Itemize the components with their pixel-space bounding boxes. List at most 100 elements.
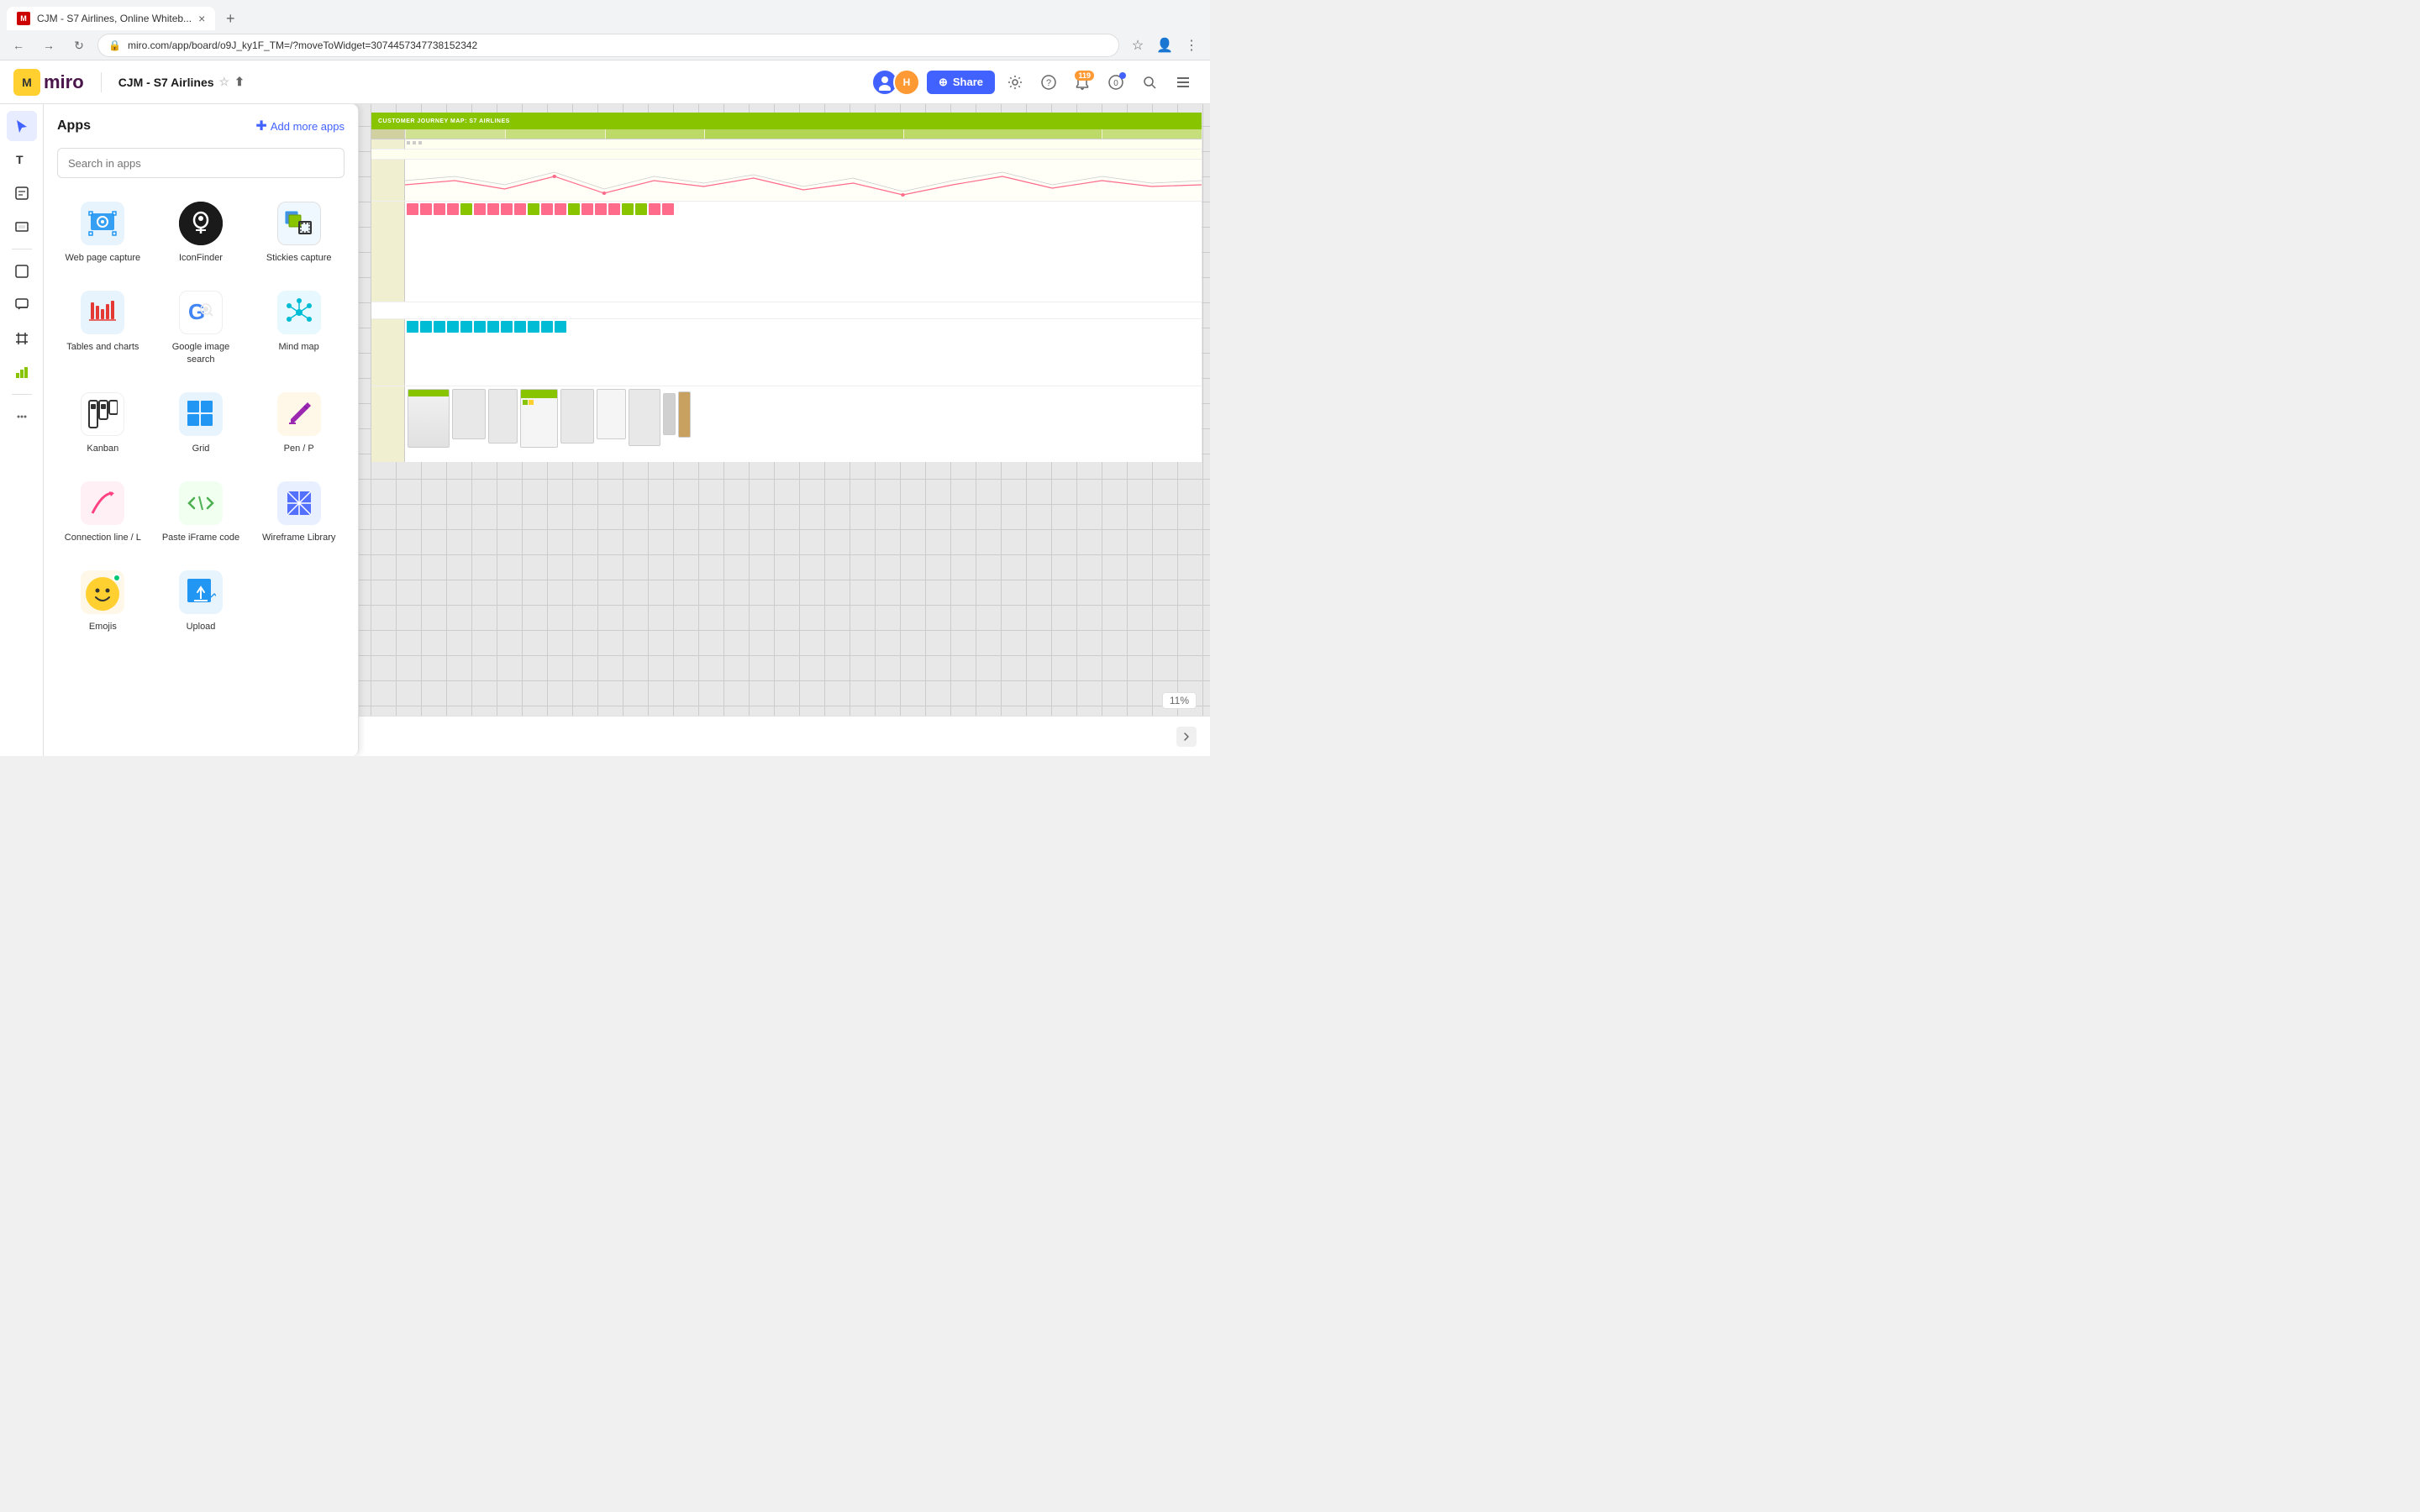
menu-btn[interactable] [1170, 69, 1197, 96]
teal-stickies-row [371, 319, 1202, 386]
chart-tool[interactable] [7, 357, 37, 387]
app-icon-grid [179, 392, 223, 436]
data-row-1 [371, 139, 1202, 150]
svg-text:G: G [188, 299, 205, 324]
notifications-btn[interactable]: 119 [1069, 69, 1096, 96]
app-item-connection[interactable]: Connection line / L [57, 471, 149, 554]
refresh-btn[interactable]: ↻ [67, 34, 91, 57]
app-item-web-capture[interactable]: Web page capture [57, 192, 149, 274]
frame-tool[interactable] [7, 212, 37, 242]
chat-tool[interactable] [7, 290, 37, 320]
search-btn[interactable] [1136, 69, 1163, 96]
bookmark-btn[interactable]: ☆ [1126, 34, 1150, 57]
more-tools[interactable] [7, 402, 37, 432]
app-label-iconfinder: IconFinder [179, 252, 223, 264]
notifications-badge: 119 [1075, 71, 1094, 81]
app-icon-connection [81, 481, 124, 525]
active-tab[interactable]: M CJM - S7 Airlines, Online Whiteb... × [7, 7, 215, 30]
app-icon-web-capture [81, 202, 124, 245]
app-icon-iconfinder [179, 202, 223, 245]
toolbar-divider-2 [12, 394, 32, 395]
select-tool[interactable] [7, 111, 37, 141]
emotion-row [371, 160, 1202, 202]
board-title-area: CJM - S7 Airlines ☆ ⬆ [118, 75, 245, 89]
top-bar-actions: H ⊕ Share ? 119 0 [871, 69, 1197, 96]
avatar-group: H [871, 69, 920, 96]
board-title-text: CJM - S7 Airlines [118, 76, 214, 89]
new-tab-btn[interactable]: + [218, 7, 242, 30]
note-tool[interactable] [7, 178, 37, 208]
collab-btn[interactable]: 0 [1102, 69, 1129, 96]
left-toolbar: T [0, 104, 44, 756]
back-btn[interactable]: ← [7, 34, 30, 57]
app-icon-tables [81, 291, 124, 334]
apps-grid: Web page capture [57, 192, 345, 643]
data-row-2 [371, 150, 1202, 160]
tab-close-btn[interactable]: × [198, 12, 205, 25]
collapse-toolbar-btn[interactable] [1176, 727, 1197, 747]
app-icon-mindmap [277, 291, 321, 334]
app-item-mindmap[interactable]: Mind map [253, 281, 345, 375]
app-container: M miro CJM - S7 Airlines ☆ ⬆ H ⊕ Share [0, 60, 1210, 756]
apps-search-input[interactable] [57, 148, 345, 178]
app-label-tables: Tables and charts [66, 341, 139, 353]
app-item-google-image[interactable]: G Google image search [155, 281, 247, 375]
app-label-google-image: Google image search [162, 341, 240, 365]
app-label-connection: Connection line / L [65, 532, 141, 543]
top-bar: M miro CJM - S7 Airlines ☆ ⬆ H ⊕ Share [0, 60, 1210, 104]
browser-menu-btn[interactable]: ⋮ [1180, 34, 1203, 57]
apps-panel-title: Apps [57, 118, 91, 134]
app-label-emojis: Emojis [89, 621, 117, 633]
miro-logo-icon: M [13, 69, 40, 96]
app-item-kanban[interactable]: Kanban [57, 382, 149, 465]
app-label-pen: Pen / P [284, 443, 314, 454]
app-icon-upload [179, 570, 223, 614]
address-text: miro.com/app/board/o9J_ky1F_TM=/?moveToW… [128, 39, 1108, 51]
app-label-stickies: Stickies capture [266, 252, 332, 264]
help-btn[interactable]: ? [1035, 69, 1062, 96]
app-item-tables[interactable]: Tables and charts [57, 281, 149, 375]
share-icon: ⊕ [939, 76, 948, 89]
browser-chrome: M CJM - S7 Airlines, Online Whiteb... × … [0, 0, 1210, 60]
app-label-web-capture: Web page capture [65, 252, 140, 264]
miro-logo: M miro [13, 69, 84, 96]
board-export-btn[interactable]: ⬆ [234, 75, 245, 89]
pink-stickies-row [371, 202, 1202, 302]
app-item-pen[interactable]: Pen / P [253, 382, 345, 465]
crop-tool[interactable] [7, 323, 37, 354]
app-item-emojis[interactable]: Emojis [57, 560, 149, 643]
address-bar[interactable]: 🔒 miro.com/app/board/o9J_ky1F_TM=/?moveT… [97, 34, 1119, 57]
lock-icon: 🔒 [108, 39, 121, 51]
app-label-kanban: Kanban [87, 443, 118, 454]
settings-btn[interactable] [1002, 69, 1028, 96]
board-preview: CUSTOMER JOURNEY MAP: S7 AIRLINES [371, 113, 1202, 714]
main-content: T [0, 104, 1210, 756]
forward-btn[interactable]: → [37, 34, 60, 57]
shape-tool[interactable] [7, 256, 37, 286]
avatar-2: H [893, 69, 920, 96]
miro-logo-text: miro [44, 71, 84, 93]
svg-text:0: 0 [1113, 79, 1118, 88]
app-item-upload[interactable]: Upload [155, 560, 247, 643]
app-label-upload: Upload [187, 621, 216, 633]
app-item-grid[interactable]: Grid [155, 382, 247, 465]
add-more-apps-btn[interactable]: ✚ Add more apps [255, 118, 345, 134]
zoom-indicator: 11% [1162, 692, 1197, 709]
share-btn[interactable]: ⊕ Share [927, 71, 995, 94]
gap-row [371, 302, 1202, 319]
app-icon-google-image: G [179, 291, 223, 334]
zoom-level-text: 11% [1170, 695, 1189, 706]
text-tool[interactable]: T [7, 144, 37, 175]
screenshots-row [371, 386, 1202, 462]
app-label-wireframe: Wireframe Library [262, 532, 335, 543]
profile-btn[interactable]: 👤 [1153, 34, 1176, 57]
app-item-paste-iframe[interactable]: Paste iFrame code [155, 471, 247, 554]
canvas-area[interactable]: CUSTOMER JOURNEY MAP: S7 AIRLINES [44, 104, 1210, 756]
app-item-wireframe[interactable]: Wireframe Library [253, 471, 345, 554]
board-star-btn[interactable]: ☆ [219, 75, 230, 89]
apps-panel: Apps ✚ Add more apps [44, 104, 359, 756]
app-item-iconfinder[interactable]: IconFinder [155, 192, 247, 274]
subheader-row [371, 129, 1202, 139]
app-item-stickies[interactable]: Stickies capture [253, 192, 345, 274]
svg-text:T: T [16, 153, 24, 166]
